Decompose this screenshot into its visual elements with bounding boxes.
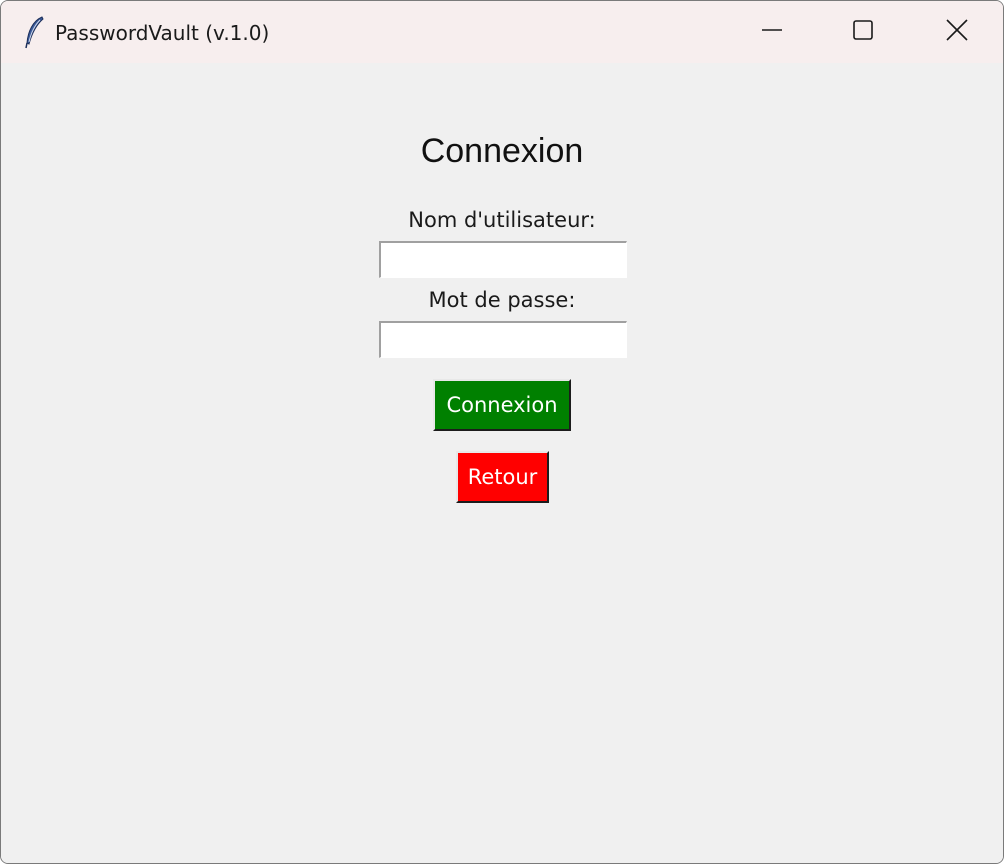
username-label: Nom d'utilisateur: xyxy=(408,208,596,232)
minimize-button[interactable] xyxy=(726,1,818,63)
title-bar[interactable]: PasswordVault (v.1.0) xyxy=(1,1,1003,63)
close-button[interactable] xyxy=(911,1,1003,63)
username-input[interactable] xyxy=(379,241,627,278)
minimize-icon xyxy=(761,19,783,45)
maximize-icon xyxy=(852,19,874,45)
maximize-button[interactable] xyxy=(817,1,909,63)
page-title: Connexion xyxy=(420,132,584,170)
close-icon xyxy=(946,19,968,45)
password-input[interactable] xyxy=(379,321,627,358)
back-button[interactable]: Retour xyxy=(456,451,549,503)
login-button[interactable]: Connexion xyxy=(433,379,571,431)
password-label: Mot de passe: xyxy=(428,288,576,312)
window-title: PasswordVault (v.1.0) xyxy=(55,21,270,45)
app-window: PasswordVault (v.1.0) Connexion Nom d'ut… xyxy=(0,0,1004,864)
feather-icon xyxy=(23,15,47,49)
